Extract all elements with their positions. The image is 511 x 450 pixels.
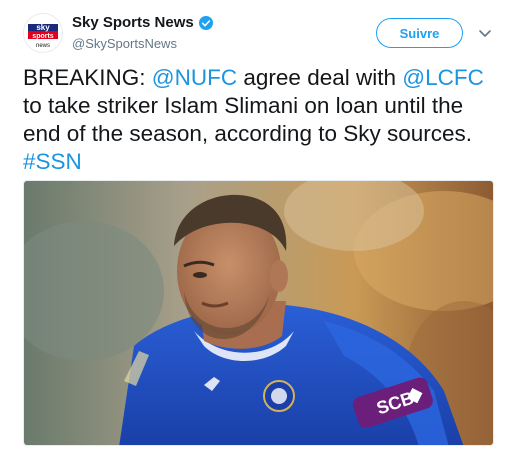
logo-news-text: news — [36, 43, 50, 49]
sky-sports-news-logo: sky sports news — [24, 14, 62, 52]
logo-sky-text: sky — [36, 23, 50, 32]
display-name[interactable]: Sky Sports News — [72, 14, 194, 31]
player-photo-image: SCB — [24, 181, 493, 445]
tweet-photo[interactable]: SCB — [23, 180, 494, 446]
account-name[interactable]: Sky Sports News — [72, 14, 214, 31]
hashtag-ssn-link[interactable]: #SSN — [23, 149, 82, 174]
avatar[interactable]: sky sports news — [23, 13, 63, 53]
mention-nufc-link[interactable]: @NUFC — [152, 65, 237, 90]
tweet-text: BREAKING: @NUFC agree deal with @LCFC to… — [23, 64, 501, 176]
chevron-down-icon[interactable] — [478, 26, 492, 40]
mention-lcfc-link[interactable]: @LCFC — [402, 65, 484, 90]
tweet-text-part: agree deal with — [237, 65, 403, 90]
logo-sports-text: sports — [32, 33, 54, 40]
account-handle[interactable]: @SkySportsNews — [72, 36, 177, 51]
follow-button[interactable]: Suivre — [376, 18, 463, 48]
tweet-text-part: to take striker Islam Slimani on loan un… — [23, 93, 473, 146]
tweet-prefix: BREAKING: — [23, 65, 152, 90]
verified-badge-icon — [198, 15, 213, 30]
